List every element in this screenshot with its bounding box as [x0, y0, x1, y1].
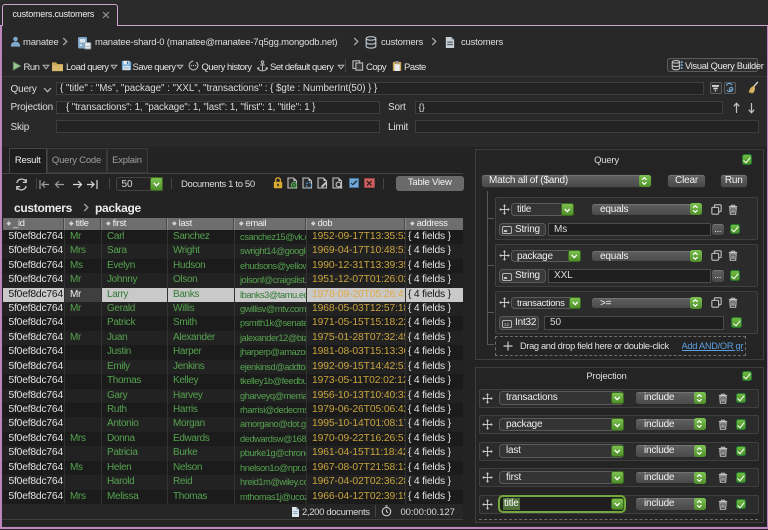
svg-text:12: 12 [504, 322, 510, 328]
